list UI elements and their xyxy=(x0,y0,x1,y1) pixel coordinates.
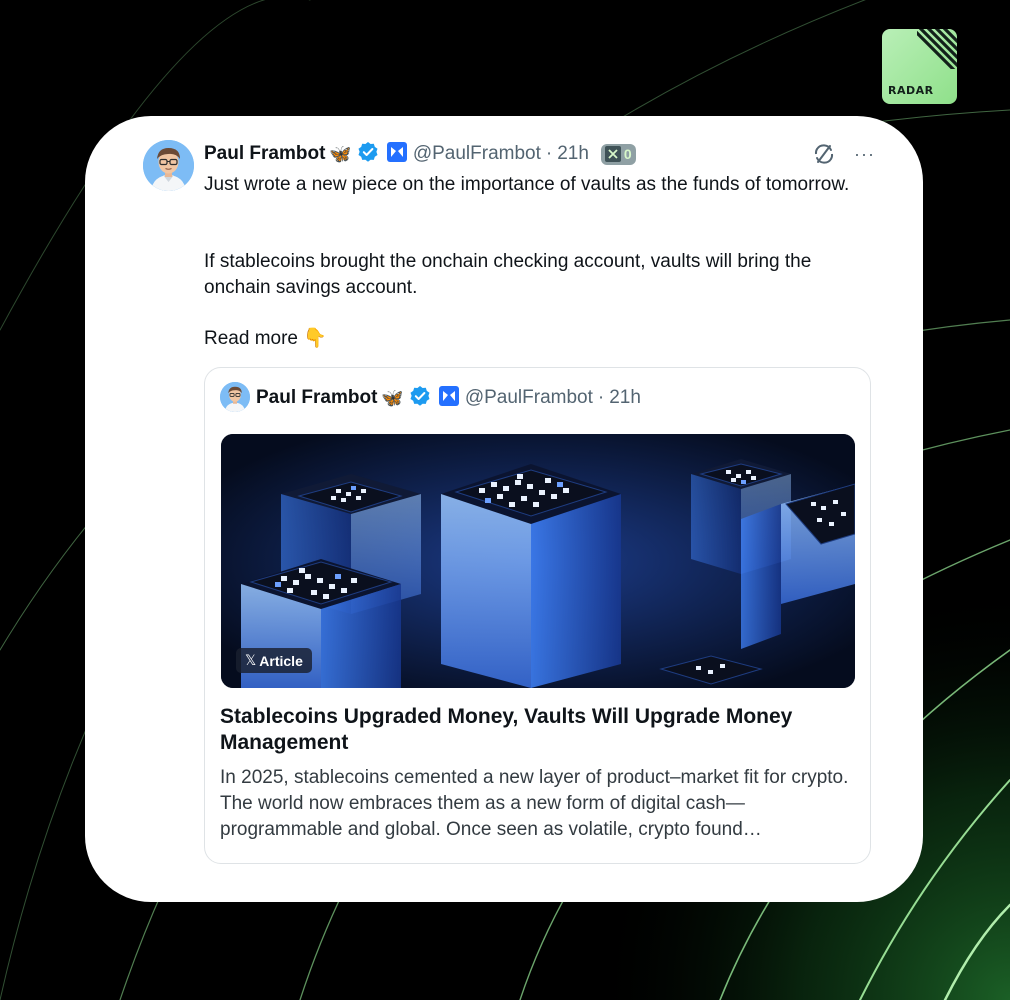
radar-label: RADAR xyxy=(888,84,934,97)
more-icon[interactable]: ··· xyxy=(854,144,875,164)
tweet-paragraph-2: If stablecoins brought the onchain check… xyxy=(204,251,812,298)
author-avatar[interactable] xyxy=(143,140,194,191)
article-title[interactable]: Stablecoins Upgraded Money, Vaults Will … xyxy=(220,704,860,756)
quote-time[interactable]: 21h xyxy=(609,387,641,409)
radar-stripes-icon xyxy=(917,29,957,69)
grok-count: 0 xyxy=(623,146,632,162)
quote-author-handle[interactable]: @PaulFrambot xyxy=(465,387,593,409)
author-name[interactable]: Paul Frambot xyxy=(204,143,325,165)
quote-morpho-affiliate-icon xyxy=(438,385,459,411)
article-badge: 𝕏 Article xyxy=(236,648,312,673)
quote-verified-badge-icon xyxy=(409,385,431,412)
radar-logo: RADAR xyxy=(882,29,957,104)
quote-author-avatar[interactable] xyxy=(220,382,250,412)
butterfly-emoji: 🦋 xyxy=(329,143,352,164)
grok-badge[interactable]: 0 xyxy=(600,143,636,165)
verified-badge-icon xyxy=(357,141,379,168)
morpho-affiliate-icon xyxy=(386,141,407,167)
quote-avatar-illustration xyxy=(220,382,250,412)
quote-header: Paul Frambot 🦋 @PaulFrambot · 21h xyxy=(256,385,641,411)
avatar-illustration xyxy=(143,140,194,191)
tweet-paragraph-1: Just wrote a new piece on the importance… xyxy=(204,174,850,195)
vault-cubes-illustration xyxy=(221,434,855,688)
tweet-time[interactable]: 21h xyxy=(557,143,589,165)
refresh-ai-icon[interactable] xyxy=(812,142,836,166)
tweet-header: Paul Frambot 🦋 @PaulFrambot · 21h 0 xyxy=(204,141,636,167)
author-handle[interactable]: @PaulFrambot xyxy=(413,143,541,165)
article-cover-image[interactable] xyxy=(221,434,855,688)
tweet-actions-top: ··· xyxy=(812,142,875,166)
grok-icon xyxy=(604,146,621,162)
read-more-text: Read more xyxy=(204,328,298,349)
pointing-down-emoji: 👇 xyxy=(303,328,327,349)
article-badge-label: Article xyxy=(259,652,303,669)
read-more-line: Read more 👇 xyxy=(204,326,864,352)
quote-author-name[interactable]: Paul Frambot xyxy=(256,387,377,409)
x-logo-icon: 𝕏 xyxy=(245,652,257,668)
quote-butterfly-emoji: 🦋 xyxy=(381,387,404,408)
quote-separator-dot: · xyxy=(597,387,605,408)
article-description: In 2025, stablecoins cemented a new laye… xyxy=(220,767,849,840)
separator-dot: · xyxy=(545,143,553,164)
